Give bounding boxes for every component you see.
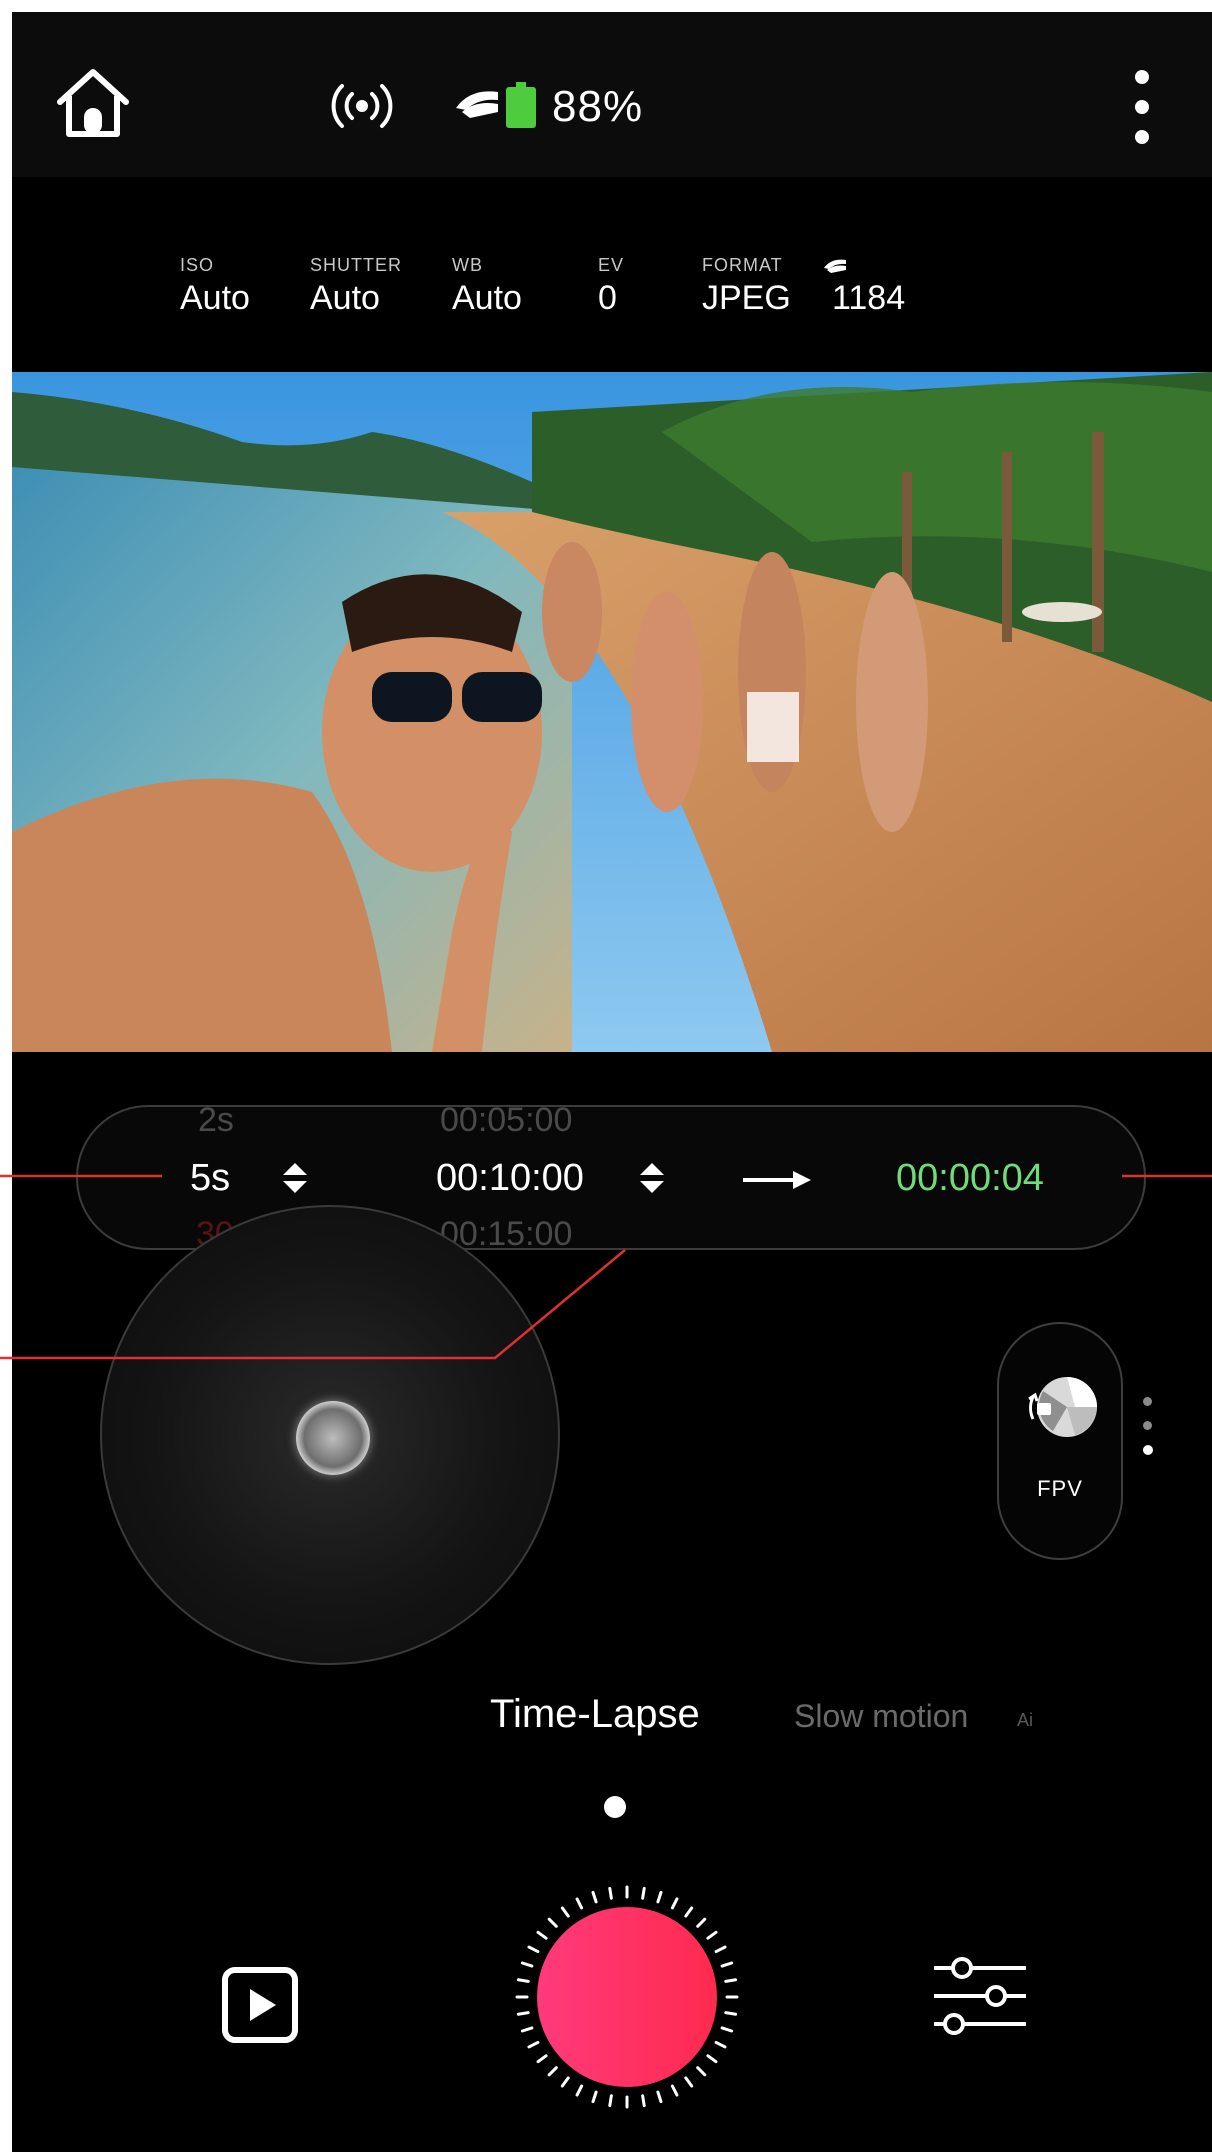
fpv-mode-button[interactable]: FPV <box>997 1322 1123 1560</box>
battery-icon <box>506 82 536 128</box>
shutter-tick <box>720 1961 734 1968</box>
camera-params-bar: ISO Auto SHUTTER Auto WB Auto EV 0 FORMA… <box>12 177 1212 372</box>
more-options-icon[interactable] <box>1122 62 1162 152</box>
shutter-tick <box>575 2084 584 2097</box>
shutter-tick <box>608 2094 613 2108</box>
format-label: FORMAT <box>702 255 783 275</box>
wb-label: WB <box>452 255 483 275</box>
status-bar: 88% <box>12 12 1212 177</box>
shutter-tick <box>560 2076 570 2088</box>
playback-icon[interactable] <box>222 1967 298 2043</box>
ev-label: EV <box>598 255 625 275</box>
home-icon[interactable] <box>52 62 134 144</box>
fpv-label: FPV <box>1037 1476 1083 1501</box>
shutter-tick <box>547 2066 558 2077</box>
shutter-param[interactable]: SHUTTER Auto <box>310 255 402 318</box>
shutter-tick <box>591 2090 598 2104</box>
format-value: JPEG <box>702 279 791 317</box>
shutter-tick <box>591 1890 598 1904</box>
arrow-right-icon <box>743 1171 811 1189</box>
page-dot-active <box>1143 1445 1153 1455</box>
shutter-tick <box>516 1978 530 1983</box>
dot <box>1135 130 1149 144</box>
iso-label: ISO <box>180 255 215 275</box>
shutter-tick <box>720 2026 734 2033</box>
shutter-tick <box>670 2084 679 2097</box>
iso-param[interactable]: ISO Auto <box>180 255 250 318</box>
shutter-tick <box>641 1886 646 1900</box>
joystick-knob[interactable] <box>296 1401 370 1475</box>
shutter-tick <box>714 1945 727 1954</box>
shutter-tick <box>656 2090 663 2104</box>
dot <box>1135 100 1149 114</box>
shutter-tick <box>696 1917 707 1928</box>
shutter-tick <box>706 1930 718 1940</box>
shutter-tick <box>516 2011 530 2016</box>
duration-value[interactable]: 00:10:00 <box>436 1157 584 1200</box>
shutter-tick <box>560 1906 570 1918</box>
ev-param[interactable]: EV 0 <box>598 255 624 318</box>
mode-slow-motion[interactable]: Slow motion <box>794 1698 968 1735</box>
shutter-tick <box>656 1890 663 1904</box>
duration-prev: 00:05:00 <box>440 1105 573 1139</box>
shutter-tick <box>696 2066 707 2077</box>
shutter-tick <box>608 1886 613 1900</box>
shutter-tick <box>670 1897 679 1910</box>
wb-param[interactable]: WB Auto <box>452 255 522 318</box>
shutter-tick <box>527 2040 540 2049</box>
mode-page-indicator <box>1140 1397 1154 1487</box>
camera-screen: 88% ISO Auto SHUTTER Auto WB Auto EV 0 F… <box>12 12 1212 2152</box>
shutter-tick <box>714 2040 727 2049</box>
interval-value[interactable]: 5s <box>190 1157 230 1200</box>
shutter-tick <box>724 1978 738 1983</box>
battery-percentage: 88% <box>552 82 644 131</box>
shutter-tick <box>536 2054 548 2064</box>
shutter-tick <box>575 1897 584 1910</box>
joystick-pad[interactable] <box>100 1205 560 1665</box>
result-video-duration: 00:00:04 <box>896 1157 1044 1199</box>
shutter-tick <box>520 2026 534 2033</box>
dot <box>1135 70 1149 84</box>
page-dot <box>1143 1421 1152 1430</box>
settings-sliders-icon[interactable] <box>934 1954 1026 2038</box>
fpv-gimbal-icon <box>1028 1377 1097 1437</box>
wifi-signal-icon <box>331 84 393 128</box>
wb-value: Auto <box>452 279 522 317</box>
shutter-tick <box>527 1945 540 1954</box>
remaining-count: 1184 <box>832 255 905 318</box>
shutter-tick <box>641 2094 646 2108</box>
interval-prev: 2s <box>198 1105 234 1139</box>
shutter-tick <box>520 1961 534 1968</box>
mode-selected-indicator <box>604 1796 626 1818</box>
shutter-tick <box>684 1906 694 1918</box>
format-param[interactable]: FORMAT JPEG <box>702 255 791 318</box>
camera-preview-image[interactable] <box>12 372 1212 1052</box>
iso-value: Auto <box>180 279 250 317</box>
remaining-count-value: 1184 <box>832 279 906 317</box>
interval-updown-icon[interactable] <box>281 1161 309 1195</box>
shutter-label: SHUTTER <box>310 255 402 275</box>
mode-timelapse[interactable]: Time-Lapse <box>490 1692 700 1737</box>
record-shutter-button[interactable] <box>512 1882 742 2112</box>
shutter-tick <box>684 2076 694 2088</box>
mode-ai[interactable]: Ai <box>1017 1710 1033 1731</box>
drone-icon <box>456 91 498 118</box>
shutter-tick <box>724 2011 738 2016</box>
page-dot <box>1143 1397 1152 1406</box>
duration-updown-icon[interactable] <box>638 1161 666 1195</box>
shutter-tick <box>536 1930 548 1940</box>
shutter-tick <box>706 2054 718 2064</box>
ev-value: 0 <box>598 279 617 317</box>
shutter-value: Auto <box>310 279 380 317</box>
shutter-tick <box>547 1917 558 1928</box>
